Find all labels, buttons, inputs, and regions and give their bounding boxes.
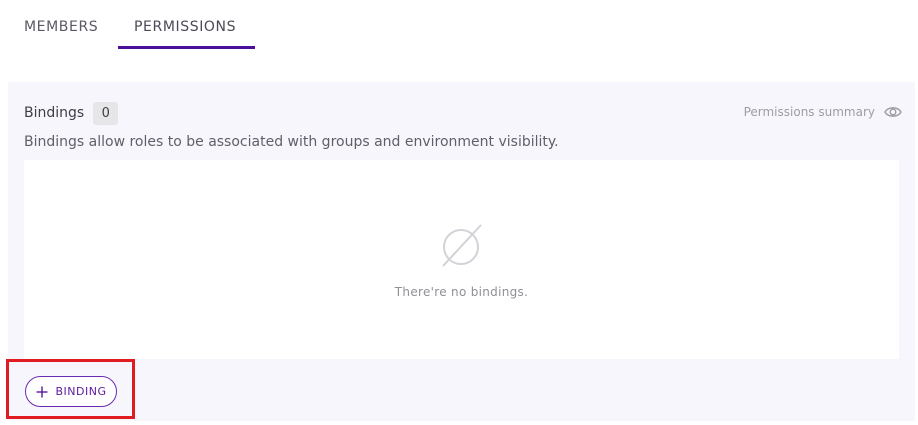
tab-members[interactable]: MEMBERS [24, 17, 98, 37]
add-binding-label: BINDING [55, 385, 107, 398]
add-binding-button[interactable]: BINDING [25, 376, 117, 407]
bindings-panel: Bindings 0 Permissions summary Bindings … [8, 82, 915, 421]
tab-permissions[interactable]: PERMISSIONS [134, 17, 236, 37]
permissions-summary-label: Permissions summary [743, 105, 875, 119]
bindings-count-badge: 0 [93, 101, 119, 125]
active-tab-indicator [118, 46, 255, 49]
bindings-header: Bindings 0 [24, 101, 119, 125]
plus-icon [36, 386, 47, 397]
empty-state-text: There're no bindings. [394, 285, 529, 299]
bindings-description: Bindings allow roles to be associated wi… [24, 134, 559, 150]
tab-bar: MEMBERS PERMISSIONS [0, 0, 918, 50]
bindings-empty-state: There're no bindings. [24, 160, 899, 359]
permissions-summary-link[interactable]: Permissions summary [744, 102, 902, 122]
eye-icon[interactable] [884, 105, 902, 119]
empty-set-icon [442, 224, 482, 267]
bindings-title: Bindings [24, 105, 85, 121]
